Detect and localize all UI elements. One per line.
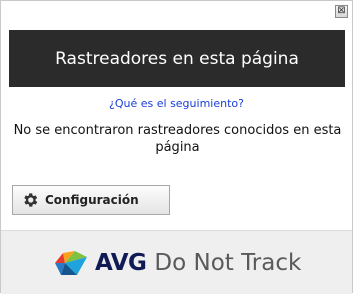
no-trackers-message: No se encontraron rastreadores conocidos… [13,123,342,155]
avg-dnt-panel: ⊠ Rastreadores en esta página ¿Qué es el… [0,0,353,294]
product-name: Do Not Track [154,250,302,276]
close-icon[interactable]: ⊠ [335,5,348,18]
settings-button[interactable]: Configuración [12,185,170,215]
trackers-header: Rastreadores en esta página [9,30,345,87]
title-bar: ⊠ [1,1,352,23]
avg-logo-icon [55,251,87,275]
gear-icon [24,193,38,207]
header-title: Rastreadores en esta página [55,48,299,69]
settings-button-label: Configuración [45,193,139,207]
brand-name: AVG [95,250,147,276]
footer-brand-area: AVG Do Not Track [1,230,352,294]
what-is-tracking-link[interactable]: ¿Qué es el seguimiento? [1,97,352,110]
brand-logo: AVG Do Not Track [53,249,301,277]
